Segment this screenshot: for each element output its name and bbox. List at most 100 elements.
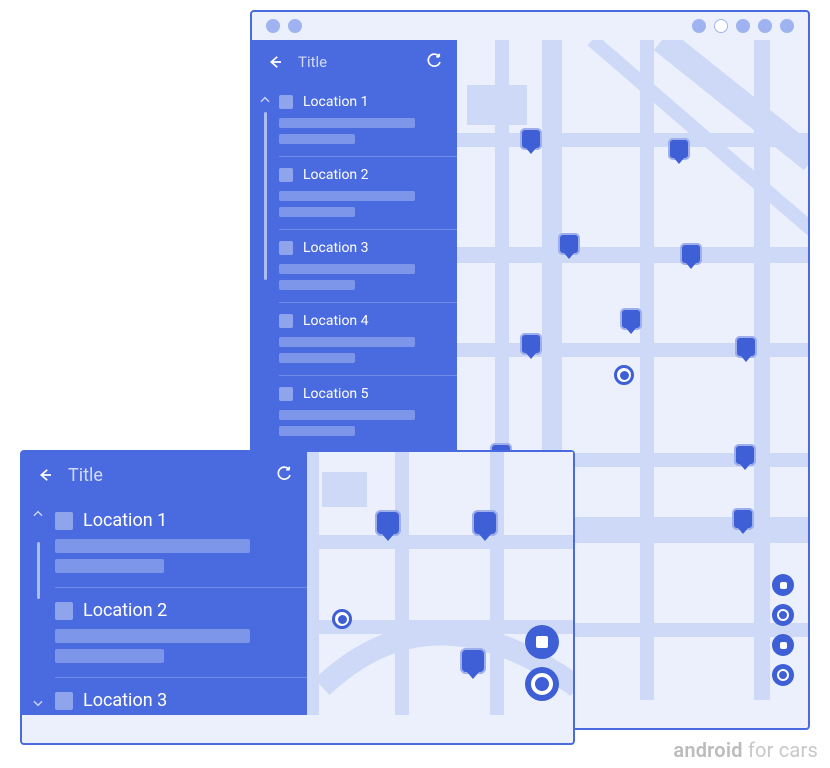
location-marker-icon <box>55 512 73 530</box>
map-pin[interactable] <box>520 333 542 355</box>
location-marker-icon <box>279 95 293 109</box>
user-location-marker <box>332 609 352 629</box>
status-dot <box>714 19 728 33</box>
refresh-button[interactable] <box>423 51 445 73</box>
location-meta <box>279 191 445 217</box>
map-pin[interactable] <box>520 128 542 150</box>
panel-title: Title <box>68 465 261 486</box>
location-marker-icon <box>55 602 73 620</box>
map-surface[interactable]: Title Location 1 Location 2 Location 3 <box>22 452 573 715</box>
list-item[interactable]: Location 2 <box>55 587 307 677</box>
status-dot <box>266 19 280 33</box>
list-item[interactable]: Location 4 <box>279 302 457 375</box>
scrollbar-thumb[interactable] <box>264 112 267 280</box>
scroll-down-button[interactable] <box>31 695 45 709</box>
placeholder-line <box>279 191 415 201</box>
placeholder-line <box>55 649 164 663</box>
arrow-left-icon <box>266 53 284 71</box>
status-bar <box>252 12 808 40</box>
map-pin[interactable] <box>460 648 486 674</box>
placeholder-line <box>279 264 415 274</box>
scroll-gutter <box>22 498 54 715</box>
location-marker-icon <box>279 314 293 328</box>
fab-locate-button[interactable] <box>525 667 559 701</box>
branding-suffix: for cars <box>743 738 818 762</box>
location-panel: Title Location 1 Location 2 Location 3 <box>22 452 307 715</box>
fab-locate-button[interactable] <box>772 664 794 686</box>
placeholder-line <box>279 118 415 128</box>
refresh-button[interactable] <box>273 464 295 486</box>
list-item[interactable]: Location 2 <box>279 156 457 229</box>
branding-prefix: android <box>673 738 742 762</box>
fab-locate-button[interactable] <box>772 604 794 626</box>
status-dot <box>780 19 794 33</box>
location-marker-icon <box>279 168 293 182</box>
chevron-up-icon <box>31 507 45 521</box>
fab-stop-button[interactable] <box>772 574 794 596</box>
placeholder-line <box>279 353 355 363</box>
location-name: Location 1 <box>303 94 369 110</box>
scrollbar-thumb[interactable] <box>37 542 40 599</box>
location-meta <box>55 539 293 573</box>
status-dot <box>736 19 750 33</box>
scroll-up-button[interactable] <box>31 506 45 520</box>
branding-watermark: android for cars <box>673 738 818 762</box>
scrollbar-track[interactable] <box>37 526 40 689</box>
fab-column <box>525 625 559 701</box>
map-pin[interactable] <box>680 243 702 265</box>
status-dot <box>758 19 772 33</box>
list-item[interactable]: Location 5 <box>279 375 457 448</box>
arrow-left-icon <box>36 466 54 484</box>
scroll-up-button[interactable] <box>258 92 272 106</box>
placeholder-line <box>279 207 355 217</box>
status-dot <box>288 19 302 33</box>
back-button[interactable] <box>34 464 56 486</box>
map-pin[interactable] <box>668 138 690 160</box>
refresh-icon <box>275 466 293 484</box>
map-pin[interactable] <box>558 233 580 255</box>
panel-title: Title <box>298 53 411 71</box>
chevron-down-icon <box>31 696 45 710</box>
location-name: Location 2 <box>83 600 167 621</box>
list-item[interactable]: Location 1 <box>279 84 457 156</box>
refresh-icon <box>425 53 443 71</box>
location-name: Location 3 <box>303 240 369 256</box>
panel-header: Title <box>22 452 307 498</box>
placeholder-line <box>279 426 355 436</box>
location-marker-icon <box>55 692 73 710</box>
location-meta <box>55 629 293 663</box>
map-pin[interactable] <box>375 510 401 536</box>
location-name: Location 3 <box>83 690 167 711</box>
chevron-up-icon <box>258 93 272 107</box>
list-item[interactable]: Location 1 <box>55 498 307 587</box>
fab-column <box>772 574 794 686</box>
fab-stop-button[interactable] <box>525 625 559 659</box>
placeholder-line <box>279 280 355 290</box>
placeholder-line <box>55 559 164 573</box>
location-meta <box>279 410 445 436</box>
placeholder-line <box>55 539 250 553</box>
list-item[interactable]: Location 3 <box>55 677 307 715</box>
list-item[interactable]: Location 3 <box>279 229 457 302</box>
location-meta <box>279 118 445 144</box>
back-button[interactable] <box>264 51 286 73</box>
map-pin[interactable] <box>472 510 498 536</box>
map-pin[interactable] <box>732 508 754 530</box>
user-location-marker <box>614 365 634 385</box>
device-landscape: Title Location 1 Location 2 Location 3 <box>20 450 575 745</box>
location-meta <box>279 337 445 363</box>
placeholder-line <box>279 134 355 144</box>
location-marker-icon <box>279 241 293 255</box>
panel-header: Title <box>252 40 457 84</box>
map-pin[interactable] <box>620 308 642 330</box>
location-name: Location 5 <box>303 386 369 402</box>
map-pin[interactable] <box>734 444 756 466</box>
location-list: Location 1 Location 2 Location 3 <box>54 498 307 715</box>
fab-stop-button[interactable] <box>772 634 794 656</box>
map-pin[interactable] <box>735 336 757 358</box>
status-dot <box>692 19 706 33</box>
location-meta <box>279 264 445 290</box>
placeholder-line <box>279 410 415 420</box>
location-name: Location 4 <box>303 313 369 329</box>
placeholder-line <box>279 337 415 347</box>
